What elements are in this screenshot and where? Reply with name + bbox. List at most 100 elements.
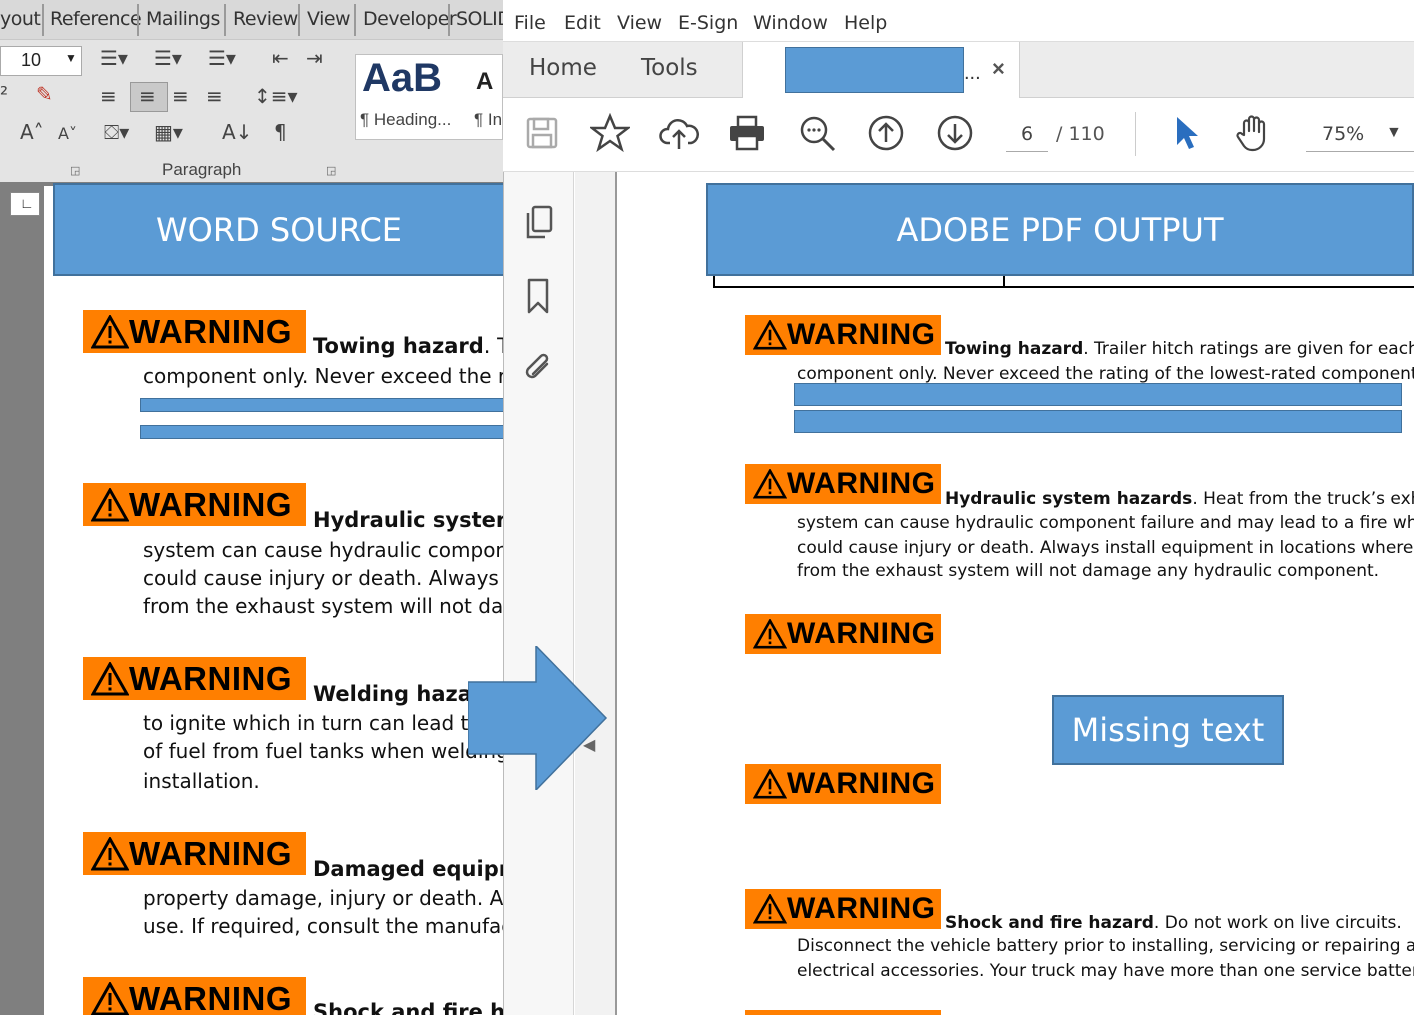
shading-icon[interactable]: ⛋▾ bbox=[104, 120, 129, 144]
warning-triangle-icon bbox=[91, 836, 129, 870]
cloud-upload-icon[interactable] bbox=[659, 113, 699, 153]
borders-icon[interactable]: ▦▾ bbox=[154, 120, 183, 144]
redaction-bar bbox=[140, 425, 505, 439]
bullets-icon[interactable]: ☰▾ bbox=[100, 46, 128, 70]
clear-formatting-icon[interactable]: ✎ bbox=[36, 82, 53, 106]
tab-references[interactable]: Reference bbox=[50, 8, 142, 30]
multilevel-list-icon[interactable]: ☰▾ bbox=[208, 46, 236, 70]
warning-badge: WARNING bbox=[745, 614, 941, 654]
warning-text: WARNING bbox=[129, 312, 292, 350]
menu-view[interactable]: View bbox=[617, 12, 662, 34]
pane-divider[interactable] bbox=[575, 172, 617, 1015]
document-tab-title-redacted bbox=[785, 47, 964, 93]
warning-title: Damaged equipme bbox=[313, 857, 535, 881]
tab-separator bbox=[354, 4, 356, 36]
warning-title: Hydraulic system hazards. Heat from the … bbox=[945, 489, 1414, 509]
word-source-text: WORD SOURCE bbox=[156, 210, 402, 249]
warning-line: could cause injury or death. Always inst… bbox=[797, 538, 1414, 558]
warning-line: system can cause hydraulic compone bbox=[143, 538, 521, 562]
warning-badge: WARNING bbox=[83, 657, 306, 700]
missing-text-callout: Missing text bbox=[1052, 695, 1284, 765]
warning-title: Shock and fire hazard. Do not work on li… bbox=[945, 913, 1402, 933]
sort-icon[interactable]: A↓ bbox=[222, 120, 252, 144]
print-icon[interactable] bbox=[727, 113, 767, 153]
dialog-launcher-icon[interactable]: ◲ bbox=[70, 164, 80, 177]
warning-title-bold: Shock and fire hazard bbox=[945, 913, 1154, 933]
warning-badge: WARNING bbox=[83, 483, 306, 526]
warning-badge: WARNING bbox=[745, 315, 941, 355]
warning-badge-partial bbox=[745, 1010, 941, 1015]
tab-layout[interactable]: yout bbox=[0, 8, 41, 30]
decrease-indent-icon[interactable]: ⇤ bbox=[272, 46, 289, 70]
document-tab-ellipsis: ... bbox=[964, 62, 981, 84]
tab-separator bbox=[298, 4, 300, 36]
warning-badge: WARNING bbox=[745, 764, 941, 804]
menu-file[interactable]: File bbox=[514, 12, 546, 34]
page-number-input[interactable]: 6 bbox=[1006, 120, 1048, 152]
chevron-down-icon[interactable]: ▼ bbox=[1386, 124, 1402, 142]
warning-triangle-icon bbox=[753, 320, 787, 350]
menu-edit[interactable]: Edit bbox=[564, 12, 601, 34]
warning-triangle-icon bbox=[753, 619, 787, 649]
toolbar-divider bbox=[1135, 112, 1136, 156]
menu-help[interactable]: Help bbox=[844, 12, 887, 34]
line-spacing-icon[interactable]: ↕≡▾ bbox=[254, 84, 298, 108]
adobe-output-text: ADOBE PDF OUTPUT bbox=[896, 210, 1224, 249]
warning-title-bold: Towing hazard bbox=[313, 334, 484, 358]
warning-line: of fuel from fuel tanks when welding, bbox=[143, 739, 516, 763]
warning-text: WARNING bbox=[787, 318, 936, 351]
show-formatting-icon[interactable]: ¶ bbox=[274, 120, 287, 144]
close-tab-icon[interactable]: × bbox=[992, 56, 1005, 82]
page-thumbnails-icon[interactable] bbox=[520, 203, 558, 243]
decrease-font-icon[interactable]: A˅ bbox=[58, 124, 77, 143]
tab-mailings[interactable]: Mailings bbox=[146, 8, 220, 30]
warning-line: from the exhaust system will not dam bbox=[143, 594, 523, 618]
align-right-icon[interactable]: ≡ bbox=[172, 84, 189, 108]
warning-line: property damage, injury or death. Alw bbox=[143, 886, 526, 910]
warning-title-rest: . Do not work on live circuits. bbox=[1153, 913, 1402, 933]
hand-tool-icon[interactable] bbox=[1234, 113, 1274, 153]
save-icon[interactable] bbox=[522, 113, 562, 153]
tab-review[interactable]: Review bbox=[233, 8, 298, 30]
tab-view[interactable]: View bbox=[307, 8, 351, 30]
tab-separator bbox=[42, 4, 44, 36]
dialog-launcher-icon[interactable]: ◲ bbox=[326, 164, 336, 177]
star-icon[interactable] bbox=[590, 113, 630, 153]
align-left-icon[interactable]: ≡ bbox=[100, 84, 117, 108]
tab-selector[interactable]: ∟ bbox=[10, 192, 40, 216]
menu-esign[interactable]: E-Sign bbox=[678, 12, 738, 34]
warning-badge: WARNING bbox=[83, 832, 306, 875]
missing-text-label: Missing text bbox=[1071, 711, 1265, 749]
justify-icon[interactable]: ≡ bbox=[206, 84, 223, 108]
warning-title-bold: Hydraulic system hazards bbox=[945, 489, 1193, 509]
increase-font-icon[interactable]: A˄ bbox=[20, 120, 44, 144]
tab-developer[interactable]: Developer bbox=[363, 8, 457, 30]
redaction-bar bbox=[794, 410, 1402, 433]
increase-indent-icon[interactable]: ⇥ bbox=[306, 46, 323, 70]
warning-badge: WARNING bbox=[83, 310, 306, 353]
align-center-button[interactable]: ≡ bbox=[130, 82, 168, 112]
warning-badge: WARNING bbox=[745, 464, 941, 504]
word-ribbon-tabs: yout Reference Mailings Review View Deve… bbox=[0, 0, 512, 40]
tab-home[interactable]: Home bbox=[529, 55, 597, 81]
warning-triangle-icon bbox=[753, 469, 787, 499]
zoom-out-icon[interactable] bbox=[797, 113, 837, 153]
previous-page-icon[interactable] bbox=[866, 113, 906, 153]
numbering-icon[interactable]: ☰▾ bbox=[154, 46, 182, 70]
grow-font-icon[interactable]: ² bbox=[0, 82, 8, 106]
menu-window[interactable]: Window bbox=[753, 12, 828, 34]
select-cursor-icon[interactable] bbox=[1167, 113, 1207, 153]
font-size-dropdown[interactable]: 10 ▼ bbox=[0, 46, 82, 76]
warning-triangle-icon bbox=[91, 487, 129, 521]
warning-title: Shock and fire haz bbox=[313, 1000, 532, 1015]
zoom-value-text: 75% bbox=[1322, 123, 1365, 145]
word-source-label: WORD SOURCE bbox=[53, 183, 505, 276]
tab-tools[interactable]: Tools bbox=[641, 55, 698, 81]
warning-line: system can cause hydraulic component fai… bbox=[797, 513, 1414, 533]
warning-line: Disconnect the vehicle battery prior to … bbox=[797, 936, 1414, 956]
warning-text: WARNING bbox=[129, 979, 292, 1015]
bookmarks-icon[interactable] bbox=[520, 276, 558, 316]
attachments-icon[interactable] bbox=[520, 348, 558, 388]
next-page-icon[interactable] bbox=[935, 113, 975, 153]
comparison-arrow-icon bbox=[468, 646, 608, 790]
